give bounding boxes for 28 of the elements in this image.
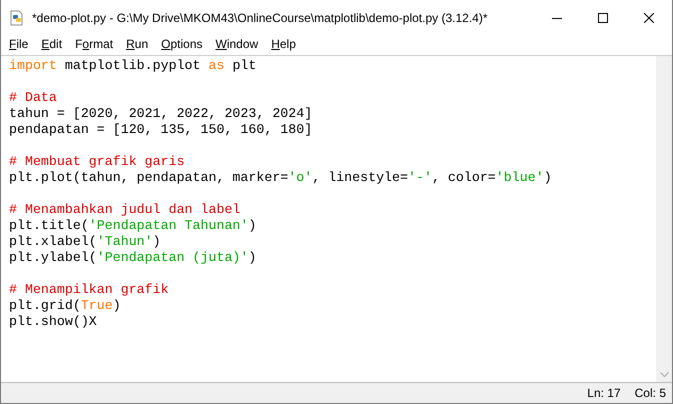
menu-item[interactable]: File xyxy=(3,37,36,51)
code-line: plt.xlabel('Tahun') xyxy=(9,234,162,250)
code-line: import matplotlib.pyplot as plt xyxy=(9,58,258,74)
code-line: plt.ylabel('Pendapatan (juta)') xyxy=(9,250,258,266)
close-icon xyxy=(644,12,654,22)
menu-item[interactable]: Help xyxy=(265,37,303,51)
window-title: *demo-plot.py - G:\My Drive\MKOM43\OnlineCourse\matplotlib\demo-plot.py (3.12.4)* xyxy=(32,10,488,24)
code-line: # Menambahkan judul dan label xyxy=(9,202,242,218)
code-line: pendapatan = [120, 135, 150, 160, 180] xyxy=(9,122,314,138)
menu-item[interactable]: Options xyxy=(155,37,210,51)
menu-item[interactable]: Edit xyxy=(35,37,70,51)
scrollbar[interactable] xyxy=(656,56,672,382)
code-line: plt.title('Pendapatan Tahunan') xyxy=(9,218,258,234)
maximize-icon xyxy=(598,12,608,22)
menu-item[interactable]: Window xyxy=(210,37,266,51)
code-line: plt.show()X xyxy=(9,314,98,330)
menu-item[interactable]: Format xyxy=(69,37,120,51)
code-line: # Menampilkan grafik xyxy=(9,282,170,298)
code-line: # Data xyxy=(9,90,58,106)
code-line: # Membuat grafik garis xyxy=(9,154,186,170)
code-line: tahun = [2020, 2021, 2022, 2023, 2024] xyxy=(9,106,314,122)
code-line: plt.grid(True) xyxy=(9,298,122,314)
scroll-down-icon[interactable] xyxy=(660,372,668,378)
code-line: plt.plot(tahun, pendapatan, marker='o', linestyle='-', color='blue') xyxy=(9,170,553,186)
line-number: Ln: 17 xyxy=(587,386,621,400)
column-number: Col: 5 xyxy=(634,386,666,400)
menu-item[interactable]: Run xyxy=(120,37,156,51)
python-file-icon xyxy=(9,10,25,26)
